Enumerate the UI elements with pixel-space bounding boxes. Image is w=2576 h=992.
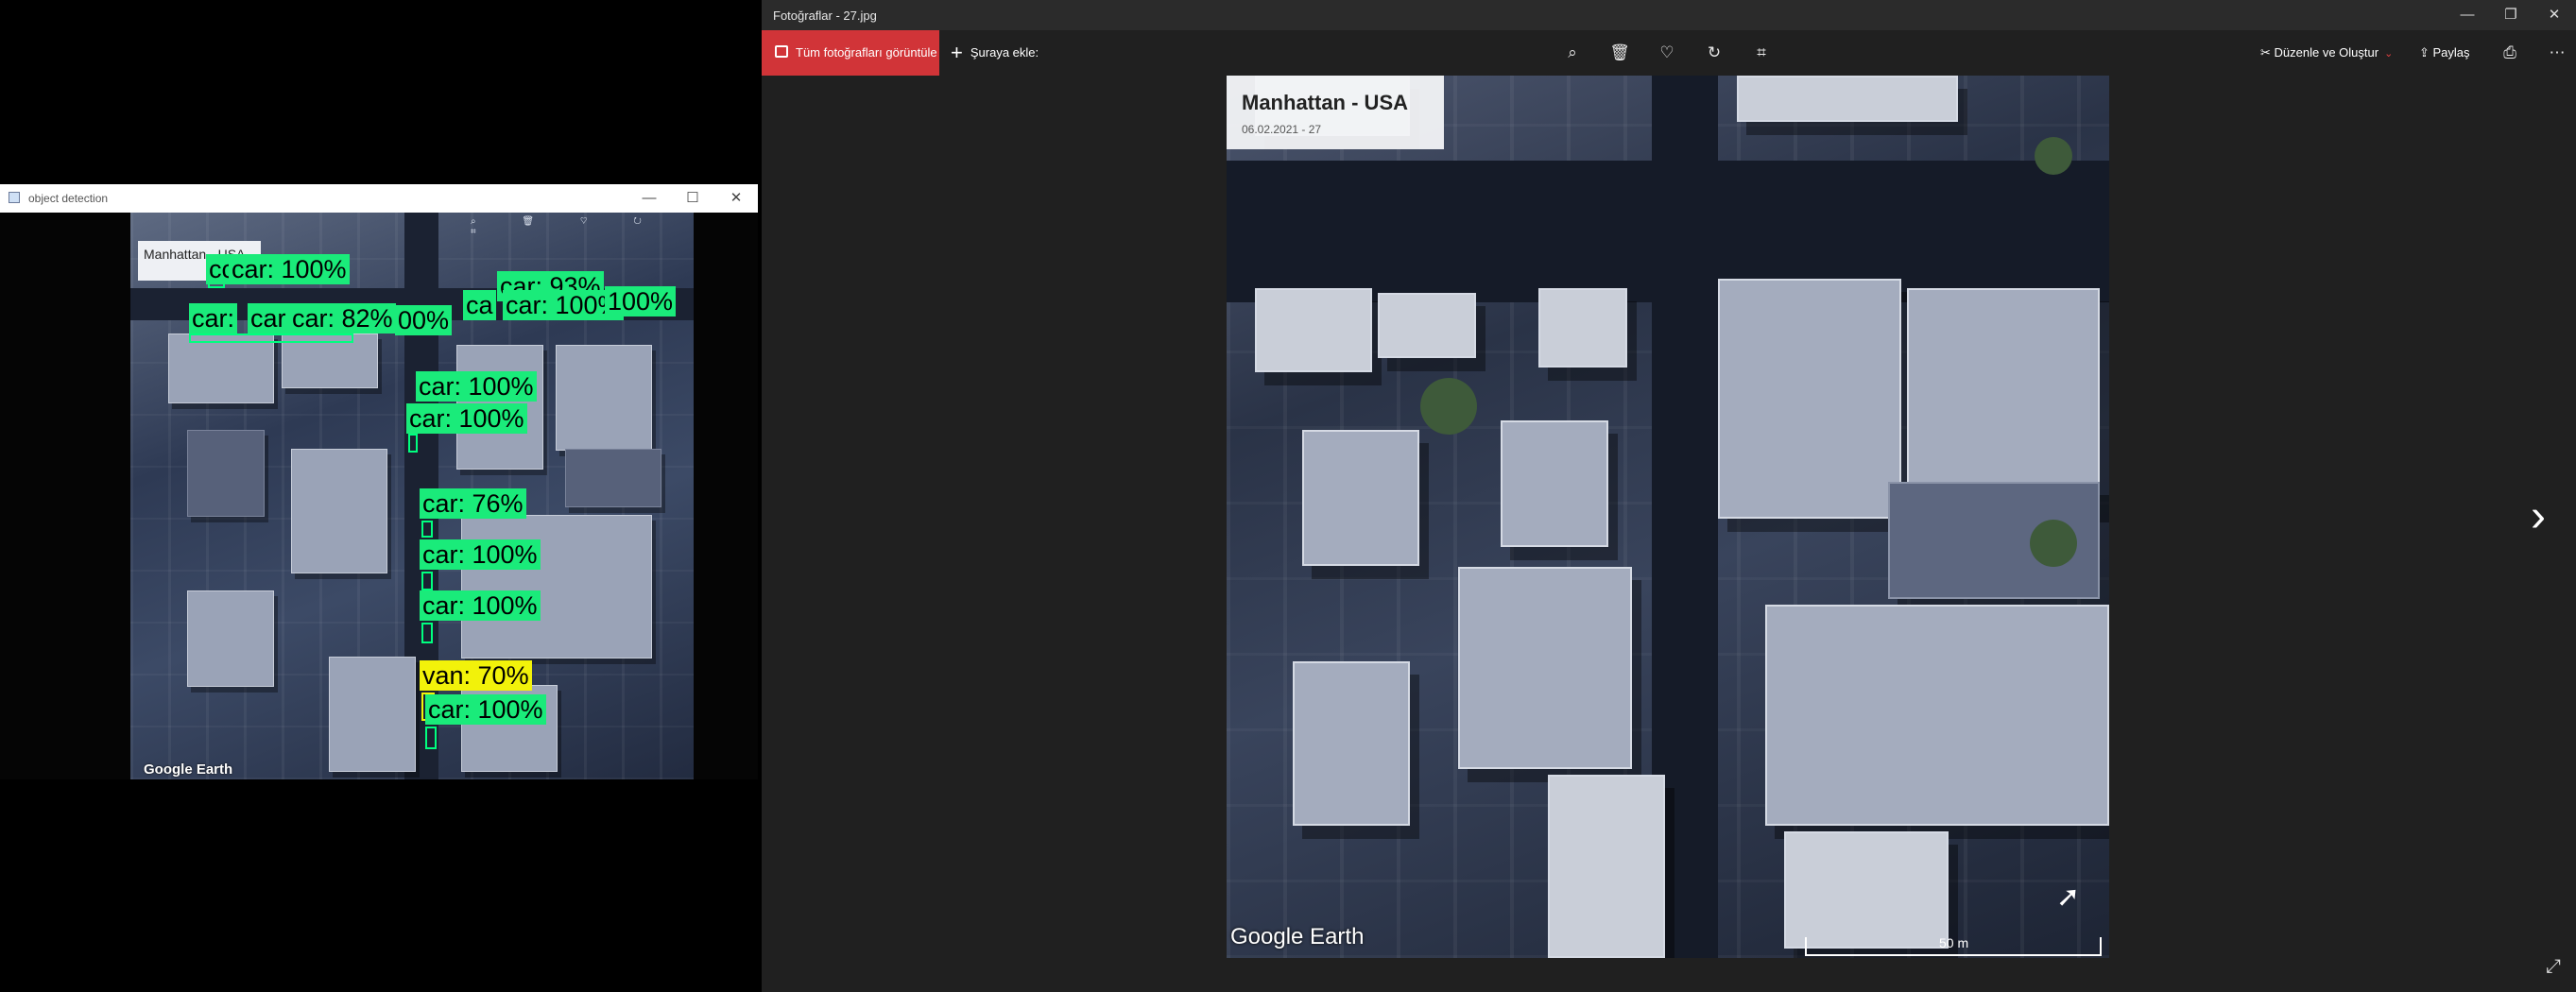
close-button[interactable]: ✕ <box>714 184 758 213</box>
building <box>1538 288 1627 368</box>
edit-and-create-button[interactable]: ✂ Düzenle ve Oluştur ⌄ <box>2260 30 2393 76</box>
detection-label: car: 100% <box>425 694 546 725</box>
scale-bar: 50 m <box>1805 935 2102 956</box>
photos-titlebar[interactable]: Fotoğraflar - 27.jpg — ❐ ✕ <box>762 0 2576 30</box>
od-canvas: ⌕ 🗑 ♡ ↻ ⌗ Manhattan - USA Google Earth c… <box>0 213 758 779</box>
building <box>556 345 652 451</box>
zoom-icon[interactable]: ⌕ <box>1561 42 1584 64</box>
main-photo[interactable]: Manhattan - USA 06.02.2021 - 27 Google E… <box>1227 76 2109 958</box>
add-to-button[interactable]: + Şuraya ekle: <box>951 30 1039 76</box>
chevron-down-icon: ⌄ <box>2384 48 2394 60</box>
favorite-icon[interactable]: ♡ <box>1656 42 1678 64</box>
detection-box <box>421 572 433 590</box>
google-earth-logo: Google Earth <box>144 761 233 778</box>
building <box>1765 605 2109 826</box>
detection-box <box>189 334 353 343</box>
detection-label-fragment: ca <box>463 290 496 320</box>
building <box>1718 279 1901 519</box>
detection-box <box>421 623 433 643</box>
delete-icon[interactable]: 🗑 <box>1608 42 1631 64</box>
share-button[interactable]: ⇪ Paylaş <box>2419 30 2470 76</box>
detection-box <box>425 727 437 749</box>
building <box>1501 420 1608 547</box>
detection-label-fragment: 00% <box>395 305 453 335</box>
share-label: Paylaş <box>2432 45 2470 60</box>
google-earth-logo: Google Earth <box>1230 924 1365 949</box>
building <box>329 657 416 772</box>
rotate-icon[interactable]: ↻ <box>1703 42 1726 64</box>
building <box>1293 661 1410 826</box>
photos-icon <box>775 45 788 58</box>
close-button[interactable]: ✕ <box>2533 0 2576 30</box>
detection-label: car: 100% <box>229 254 350 284</box>
minimize-button[interactable]: — <box>627 184 671 213</box>
compass-icon: ➚ <box>2056 881 2081 913</box>
maximize-button[interactable]: ☐ <box>671 184 714 213</box>
photos-window-title: Fotoğraflar - 27.jpg <box>773 9 877 23</box>
edit-create-label: Düzenle ve Oluştur <box>2274 45 2379 60</box>
building <box>187 430 265 517</box>
plus-icon: + <box>951 41 963 64</box>
detection-label: car: 100% <box>420 539 541 570</box>
detection-label-fragment: car: <box>189 303 238 334</box>
building <box>1302 430 1419 566</box>
detection-box <box>408 434 418 453</box>
view-all-photos-button[interactable]: Tüm fotoğrafları görüntüle <box>762 30 939 76</box>
share-icon: ⇪ <box>2419 45 2433 60</box>
building <box>1784 831 1949 949</box>
app-icon <box>9 192 20 203</box>
detection-label-fragment: 100% <box>605 286 677 316</box>
building <box>565 449 661 507</box>
tree <box>2030 520 2077 567</box>
view-all-photos-label: Tüm fotoğrafları görüntüle <box>796 45 937 60</box>
tree <box>1420 378 1477 435</box>
building <box>1907 288 2100 509</box>
edit-create-icon: ✂ <box>2260 45 2275 60</box>
print-icon[interactable]: ⎙ <box>2499 42 2521 64</box>
tree <box>2035 137 2072 175</box>
detection-label-van: van: 70% <box>420 660 532 691</box>
photos-toolbar: Tüm fotoğrafları görüntüle + Şuraya ekle:… <box>762 30 2576 76</box>
detection-label: car: 100% <box>406 403 527 434</box>
minimize-button[interactable]: — <box>2446 0 2489 30</box>
photo-subtitle: 06.02.2021 - 27 <box>1242 123 1322 136</box>
building <box>291 449 387 573</box>
building <box>1737 76 1958 122</box>
building <box>187 590 274 687</box>
photo-title: Manhattan - USA <box>1242 91 1408 114</box>
od-mini-toolbar: ⌕ 🗑 ♡ ↻ ⌗ <box>471 216 663 237</box>
detection-label: car: 76% <box>420 488 526 519</box>
detection-label: car: 100% <box>420 590 541 621</box>
crop-icon[interactable]: ⌗ <box>1750 42 1773 64</box>
fullscreen-icon[interactable]: ⤢ <box>2542 956 2565 979</box>
building <box>1458 567 1632 769</box>
restore-button[interactable]: ❐ <box>2489 0 2533 30</box>
building <box>168 334 274 403</box>
building <box>1548 775 1665 958</box>
building <box>461 515 652 658</box>
building <box>1255 288 1372 372</box>
detection-label: car: 82% <box>289 303 396 334</box>
building <box>1378 293 1476 358</box>
photo-label-card: Manhattan - USA 06.02.2021 - 27 <box>1227 76 1444 149</box>
od-window-title: object detection <box>28 192 109 205</box>
od-titlebar[interactable]: object detection — ☐ ✕ <box>0 184 758 213</box>
detection-box <box>421 521 433 538</box>
scale-label: 50 m <box>1939 935 1969 950</box>
add-to-label: Şuraya ekle: <box>970 45 1039 60</box>
detection-label: car: 100% <box>416 371 537 402</box>
more-icon[interactable]: ⋯ <box>2546 42 2568 64</box>
object-detection-window: object detection — ☐ ✕ ⌕ 🗑 ♡ ↻ ⌗ Manhatt… <box>0 184 758 779</box>
detection-label-fragment: car <box>248 303 289 334</box>
photos-app-window: Fotoğraflar - 27.jpg — ❐ ✕ Tüm fotoğrafl… <box>762 0 2576 992</box>
next-photo-arrow[interactable]: › <box>2519 493 2557 540</box>
